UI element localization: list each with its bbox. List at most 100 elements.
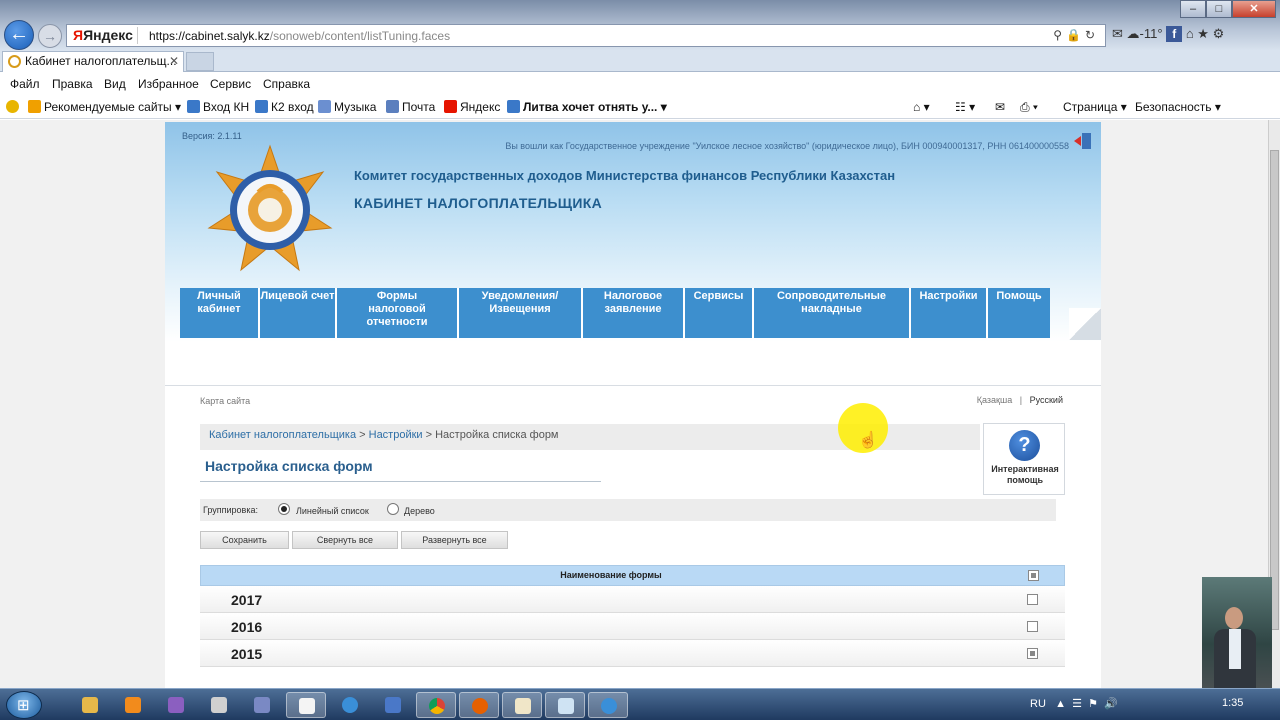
network-icon[interactable]: ☰ bbox=[1072, 698, 1082, 710]
read-mail-icon[interactable]: ✉ bbox=[995, 100, 1005, 114]
menu-favorites[interactable]: Избранное bbox=[138, 77, 199, 91]
row-checkbox[interactable] bbox=[1027, 594, 1038, 605]
files-icon bbox=[515, 698, 531, 714]
favorites-star-icon[interactable] bbox=[6, 100, 22, 114]
minimize-icon[interactable]: – bbox=[1180, 0, 1206, 18]
nav-personal-cabinet[interactable]: Личный кабинет bbox=[180, 288, 260, 338]
mail-icon bbox=[386, 100, 399, 113]
close-icon[interactable]: ✕ bbox=[1232, 0, 1276, 18]
nav-account[interactable]: Лицевой счет bbox=[260, 288, 337, 338]
fav-music[interactable]: Музыка bbox=[318, 100, 376, 114]
collapse-all-button[interactable]: Свернуть все bbox=[292, 531, 398, 549]
nav-waybills[interactable]: Сопроводительные накладные bbox=[754, 288, 911, 338]
fav-vhod-kn[interactable]: Вход КН bbox=[187, 100, 249, 114]
row-checkbox[interactable] bbox=[1027, 621, 1038, 632]
tray-arrow-icon[interactable]: ▲ bbox=[1055, 698, 1066, 710]
taskbar-ie-active[interactable] bbox=[588, 692, 628, 718]
ie-icon bbox=[601, 698, 617, 714]
page-icon bbox=[507, 100, 520, 113]
home-icon[interactable]: ⌂ ▾ bbox=[913, 100, 930, 114]
system-tray: RU ▲ ☰ ⚑ 🔊 bbox=[1030, 697, 1118, 710]
settings-gear-icon[interactable]: ⚙ bbox=[1213, 26, 1225, 41]
row-checkbox[interactable] bbox=[1027, 648, 1038, 659]
taskbar-app[interactable] bbox=[242, 692, 282, 718]
weather-icon[interactable]: ☁ bbox=[1127, 26, 1140, 41]
taskbar-notepad[interactable] bbox=[545, 692, 585, 718]
scrollbar-thumb[interactable] bbox=[1270, 150, 1279, 630]
taskbar-tool[interactable] bbox=[373, 692, 413, 718]
radio-tree[interactable] bbox=[387, 503, 399, 515]
taskbar-chrome[interactable] bbox=[416, 692, 456, 718]
start-button[interactable] bbox=[6, 691, 42, 719]
breadcrumb-settings[interactable]: Настройки bbox=[369, 429, 423, 441]
menu-view[interactable]: Вид bbox=[104, 77, 126, 91]
radio-linear-list[interactable] bbox=[278, 503, 290, 515]
lang-russian[interactable]: Русский bbox=[1030, 395, 1063, 405]
page-menu[interactable]: Страница ▾ bbox=[1063, 100, 1127, 114]
logout-icon[interactable] bbox=[1073, 132, 1093, 150]
nav-settings[interactable]: Настройки bbox=[911, 288, 988, 338]
print-icon[interactable]: ⎙ ▾ bbox=[1020, 100, 1038, 115]
back-button[interactable]: ← bbox=[4, 20, 34, 50]
nav-notifications[interactable]: Уведомления/ Извещения bbox=[459, 288, 583, 338]
flag-icon[interactable]: ⚑ bbox=[1088, 698, 1098, 710]
lock-icon[interactable]: 🔒 bbox=[1066, 28, 1085, 42]
title-underline bbox=[200, 481, 601, 482]
forward-button[interactable]: → bbox=[38, 24, 62, 48]
menu-tools[interactable]: Сервис bbox=[210, 77, 251, 91]
sitemap-link[interactable]: Карта сайта bbox=[200, 396, 250, 406]
taskbar-ie[interactable] bbox=[330, 692, 370, 718]
language-indicator[interactable]: RU bbox=[1030, 698, 1046, 710]
fav-mail[interactable]: Почта bbox=[386, 100, 435, 114]
maximize-icon[interactable]: □ bbox=[1206, 0, 1232, 18]
table-row[interactable]: 2017 bbox=[200, 586, 1065, 613]
favorites-star-icon[interactable]: ★ bbox=[1197, 26, 1209, 41]
search-icon[interactable]: ⚲ bbox=[1053, 28, 1066, 42]
taskbar-paint[interactable] bbox=[199, 692, 239, 718]
menu-file[interactable]: Файл bbox=[10, 77, 40, 91]
address-actions[interactable]: ⚲🔒↻ bbox=[1053, 28, 1099, 42]
browser-titlebar: ← → ЯЯндекс https://cabinet.salyk.kz/son… bbox=[0, 0, 1280, 50]
tab-close-icon[interactable]: ✕ bbox=[169, 52, 179, 71]
grouping-bar: Группировка: Линейный список Дерево bbox=[200, 499, 1056, 521]
nav-help[interactable]: Помощь bbox=[988, 288, 1050, 338]
rss-icon[interactable]: ☷ ▾ bbox=[955, 100, 975, 114]
taskbar-recorder[interactable] bbox=[286, 692, 326, 718]
tab-cabinet[interactable]: Кабинет налогоплательщ... ✕ bbox=[2, 51, 184, 72]
table-row[interactable]: 2016 bbox=[200, 613, 1065, 640]
nav-services[interactable]: Сервисы bbox=[685, 288, 754, 338]
home-icon[interactable]: ⌂ bbox=[1186, 26, 1194, 41]
taskbar-vs[interactable] bbox=[156, 692, 196, 718]
volume-icon[interactable]: 🔊 bbox=[1104, 698, 1118, 710]
taskbar-firefox[interactable] bbox=[459, 692, 499, 718]
radio-tree-label: Дерево bbox=[404, 506, 435, 516]
lang-kazakh[interactable]: Қазақша bbox=[977, 395, 1012, 405]
taskbar-files[interactable] bbox=[502, 692, 542, 718]
expand-all-button[interactable]: Развернуть все bbox=[401, 531, 508, 549]
fav-recommended[interactable]: Рекомендуемые сайты ▾ bbox=[28, 100, 181, 114]
refresh-icon[interactable]: ↻ bbox=[1085, 28, 1099, 42]
url-text[interactable]: https://cabinet.salyk.kz/sonoweb/content… bbox=[149, 29, 450, 43]
taskbar-explorer[interactable] bbox=[70, 692, 110, 718]
facebook-icon[interactable]: f bbox=[1166, 26, 1183, 42]
select-all-checkbox[interactable] bbox=[1028, 570, 1039, 581]
taskbar-media[interactable] bbox=[113, 692, 153, 718]
mail-icon[interactable]: ✉ bbox=[1112, 26, 1123, 41]
fav-k2[interactable]: К2 вход bbox=[255, 100, 314, 114]
table-row[interactable]: 2015 bbox=[200, 640, 1065, 667]
menu-help[interactable]: Справка bbox=[263, 77, 310, 91]
interactive-help-button[interactable]: ? Интерактивная помощь bbox=[983, 423, 1065, 495]
url-path: /sonoweb/content/listTuning.faces bbox=[269, 29, 451, 43]
menu-edit[interactable]: Правка bbox=[52, 77, 93, 91]
nav-tax-application[interactable]: Налоговое заявление bbox=[583, 288, 685, 338]
address-bar[interactable]: ЯЯндекс https://cabinet.salyk.kz/sonoweb… bbox=[66, 24, 1106, 47]
fav-news[interactable]: Литва хочет отнять у... ▾ bbox=[507, 100, 667, 114]
clock[interactable]: 1:35 bbox=[1222, 697, 1243, 709]
save-button[interactable]: Сохранить bbox=[200, 531, 289, 549]
new-tab-button[interactable] bbox=[186, 52, 214, 71]
fav-label: Яндекс bbox=[460, 100, 501, 114]
fav-yandex[interactable]: Яндекс bbox=[444, 100, 500, 114]
nav-tax-forms[interactable]: Формы налоговой отчетности bbox=[337, 288, 459, 338]
breadcrumb-root[interactable]: Кабинет налогоплательщика bbox=[209, 429, 356, 441]
security-menu[interactable]: Безопасность ▾ bbox=[1135, 100, 1221, 114]
